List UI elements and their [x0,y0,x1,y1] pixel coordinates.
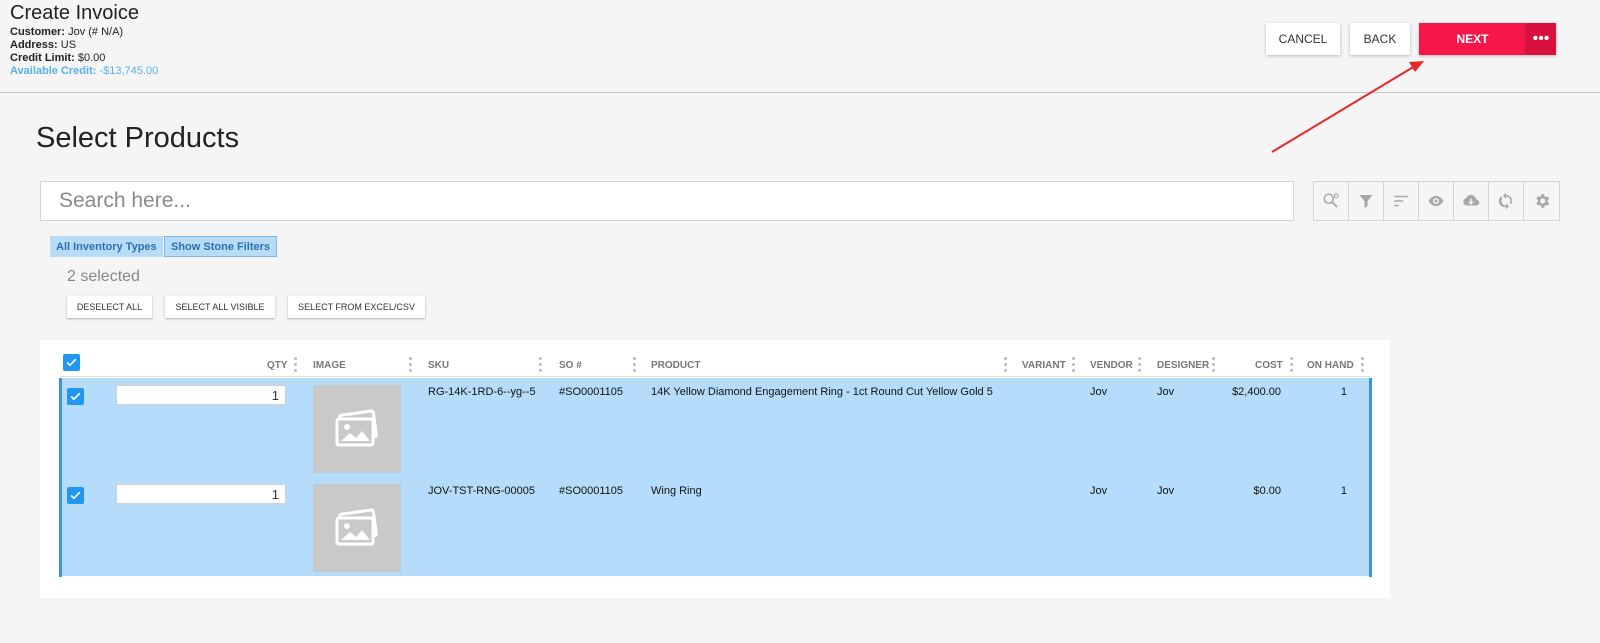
cell-vendor: Jov [1090,386,1108,398]
select-all-visible-button[interactable]: SELECT ALL VISIBLE [165,296,275,318]
cell-cost: $0.00 [1253,485,1281,497]
cell-so: #SO0001105 [559,386,624,398]
available-credit-info: Available Credit: -$13,745.00 [10,65,158,78]
sort-icon[interactable] [1384,182,1419,220]
column-header-designer[interactable]: DESIGNER [1157,360,1209,372]
column-menu-icon[interactable] [1290,357,1293,372]
address-label: Address: [10,39,58,51]
product-image-placeholder-icon [313,385,401,473]
address-value: US [60,39,77,51]
column-menu-icon[interactable] [1004,357,1007,372]
cell-on-hand: 1 [1340,485,1347,497]
customer-label: Customer: [10,26,66,38]
select-all-checkbox[interactable] [63,354,80,371]
address-info: Address: US [10,39,76,52]
credit-limit-value: $0.00 [77,52,106,64]
column-header-so[interactable]: SO # [559,360,582,372]
available-credit-label: Available Credit: [10,65,97,77]
customer-info: Customer: Jov (# N/A) [10,26,123,39]
cell-sku: JOV-TST-RNG-00005 [428,485,535,497]
cell-cost: $2,400.00 [1232,386,1281,398]
search-input[interactable] [40,181,1294,221]
qty-input[interactable] [116,385,286,405]
row-checkbox[interactable] [67,388,84,405]
column-menu-icon[interactable] [294,357,297,372]
cell-vendor: Jov [1090,485,1108,497]
column-header-product[interactable]: PRODUCT [651,360,700,372]
cloud-download-icon[interactable] [1454,182,1489,220]
column-menu-icon[interactable] [539,357,542,372]
gear-icon[interactable] [1524,182,1559,220]
credit-limit-label: Credit Limit: [10,52,75,64]
column-header-image[interactable]: IMAGE [313,360,346,372]
column-header-variant[interactable]: VARIANT [1022,360,1066,372]
qty-input[interactable] [116,484,286,504]
next-button[interactable]: NEXT [1419,23,1526,55]
filter-icon[interactable] [1349,182,1384,220]
column-menu-icon[interactable] [1212,357,1215,372]
deselect-all-button[interactable]: DESELECT ALL [67,296,152,318]
credit-limit-info: Credit Limit: $0.00 [10,52,105,65]
row-checkbox[interactable] [67,487,84,504]
column-header-qty[interactable]: QTY [267,360,288,372]
eye-icon[interactable] [1419,182,1454,220]
refresh-icon[interactable] [1489,182,1524,220]
column-menu-icon[interactable] [1072,357,1075,372]
page-title: Create Invoice [10,2,139,24]
select-from-excel-button[interactable]: SELECT FROM EXCEL/CSV [288,296,425,318]
column-menu-icon[interactable] [409,357,412,372]
selected-count: 2 selected [67,268,140,285]
selection-border [59,378,62,577]
cell-product: 14K Yellow Diamond Engagement Ring - 1ct… [651,386,993,398]
product-image-placeholder-icon [313,484,401,572]
column-header-sku[interactable]: SKU [428,360,449,372]
grid-toolbar [1313,181,1560,221]
cell-so: #SO0001105 [559,485,624,497]
header-divider [60,376,1370,377]
column-menu-icon[interactable] [1361,357,1364,372]
customer-value: Jov (# N/A) [68,26,124,38]
cell-sku: RG-14K-1RD-6--yg--5 [428,386,536,398]
column-menu-icon[interactable] [633,357,636,372]
selection-border [1369,378,1372,577]
stone-filters-chip[interactable]: Show Stone Filters [164,236,278,257]
column-header-on-hand[interactable]: ON HAND [1307,360,1354,372]
search-settings-icon[interactable] [1314,182,1349,220]
cell-product: Wing Ring [651,485,702,497]
inventory-types-chip[interactable]: All Inventory Types [50,236,163,257]
available-credit-value: -$13,745.00 [99,65,159,77]
cell-on-hand: 1 [1340,386,1347,398]
column-header-cost[interactable]: COST [1255,360,1283,372]
section-title: Select Products [36,122,240,154]
invoice-header: Create Invoice Customer: Jov (# N/A) Add… [0,0,1600,93]
cell-designer: Jov [1157,485,1175,497]
cancel-button[interactable]: CANCEL [1266,23,1340,55]
column-menu-icon[interactable] [1138,357,1141,372]
back-button[interactable]: BACK [1350,23,1410,55]
cell-designer: Jov [1157,386,1175,398]
column-header-vendor[interactable]: VENDOR [1090,360,1133,372]
more-actions-button[interactable]: ••• [1526,23,1556,55]
